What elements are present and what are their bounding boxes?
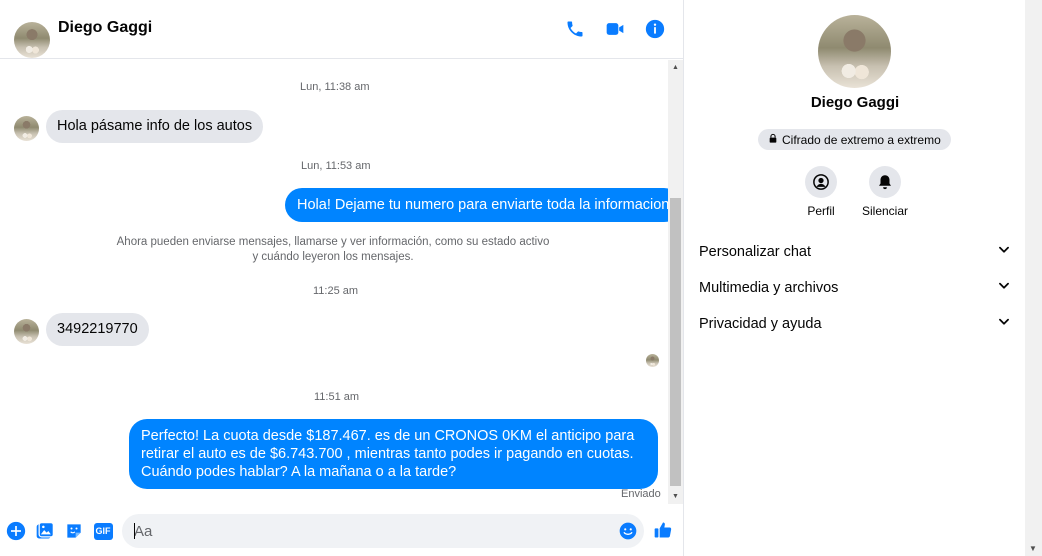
gif-icon-label: GIF — [93, 522, 113, 540]
message-input-wrapper — [122, 514, 644, 548]
profile-label: Perfil — [807, 204, 835, 218]
system-notice-line: Ahora pueden enviarse mensajes, llamarse… — [116, 236, 550, 248]
profile-action[interactable]: Perfil — [789, 166, 853, 218]
seen-indicator-avatar — [646, 354, 659, 367]
system-notice-line: y cuándo leyeron los mensajes. — [252, 251, 414, 263]
gif-icon[interactable]: GIF — [93, 521, 113, 541]
section-privacy-help[interactable]: Privacidad y ayuda — [699, 306, 1011, 342]
outgoing-message[interactable]: Perfecto! La cuota desde $187.467. es de… — [129, 419, 658, 489]
like-icon[interactable] — [653, 520, 673, 540]
phone-icon[interactable] — [563, 17, 587, 41]
lock-icon — [768, 133, 778, 147]
photo-icon[interactable] — [35, 521, 55, 541]
chat-header: Diego Gaggi — [0, 0, 684, 59]
message-input[interactable] — [134, 514, 604, 548]
scroll-up-icon[interactable]: ▲ — [668, 61, 683, 74]
section-label: Personalizar chat — [699, 244, 812, 260]
system-notice: Ahora pueden enviarse mensajes, llamarse… — [100, 235, 566, 265]
timestamp: Lun, 11:53 am — [301, 160, 371, 172]
section-media-files[interactable]: Multimedia y archivos — [699, 270, 1011, 306]
timestamp: Lun, 11:38 am — [300, 81, 370, 93]
conversation-info-panel: Diego Gaggi Cifrado de extremo a extremo… — [685, 0, 1025, 556]
mute-label: Silenciar — [861, 204, 909, 218]
profile-icon[interactable] — [805, 166, 837, 198]
bell-icon[interactable] — [869, 166, 901, 198]
encryption-badge[interactable]: Cifrado de extremo a extremo — [758, 129, 951, 150]
sender-avatar[interactable] — [14, 319, 39, 344]
panel-contact-name: Diego Gaggi — [810, 94, 900, 111]
sender-avatar[interactable] — [14, 116, 39, 141]
page-scrollbar[interactable]: ▼ — [1025, 0, 1042, 556]
chevron-down-icon — [997, 315, 1011, 334]
message-scrollbar[interactable]: ▲ ▼ — [668, 60, 683, 504]
info-icon[interactable] — [643, 17, 667, 41]
timestamp: 11:51 am — [314, 391, 360, 403]
chevron-down-icon — [997, 279, 1011, 298]
video-icon[interactable] — [603, 17, 627, 41]
composer: GIF — [0, 504, 684, 556]
message-status: Enviado — [621, 488, 661, 500]
encryption-label: Cifrado de extremo a extremo — [782, 132, 941, 147]
outgoing-message[interactable]: Hola! Dejame tu numero para enviarte tod… — [285, 188, 682, 222]
panel-avatar[interactable] — [818, 15, 891, 88]
section-label: Multimedia y archivos — [699, 280, 839, 296]
messenger-app: Diego Gaggi Lun, 11:38 am Hola pásame in… — [0, 0, 1042, 556]
chat-pane: Diego Gaggi Lun, 11:38 am Hola pásame in… — [0, 0, 684, 556]
section-label: Privacidad y ayuda — [699, 316, 822, 332]
message-list[interactable]: Lun, 11:38 am Hola pásame info de los au… — [0, 60, 682, 504]
text-caret — [134, 523, 135, 539]
section-customize-chat[interactable]: Personalizar chat — [699, 234, 1011, 270]
incoming-message[interactable]: Hola pásame info de los autos — [46, 110, 264, 143]
scroll-down-icon[interactable]: ▼ — [1029, 544, 1037, 553]
incoming-message[interactable]: 3492219770 — [46, 313, 149, 346]
plus-icon[interactable] — [6, 521, 26, 541]
chevron-down-icon — [997, 243, 1011, 262]
scroll-thumb[interactable] — [670, 198, 681, 486]
contact-avatar[interactable] — [14, 22, 50, 58]
mute-action[interactable]: Silenciar — [853, 166, 917, 218]
sticker-icon[interactable] — [64, 521, 84, 541]
contact-name[interactable]: Diego Gaggi — [58, 19, 152, 37]
scroll-down-icon[interactable]: ▼ — [668, 490, 683, 503]
timestamp: 11:25 am — [313, 285, 359, 297]
emoji-icon[interactable] — [618, 521, 638, 541]
